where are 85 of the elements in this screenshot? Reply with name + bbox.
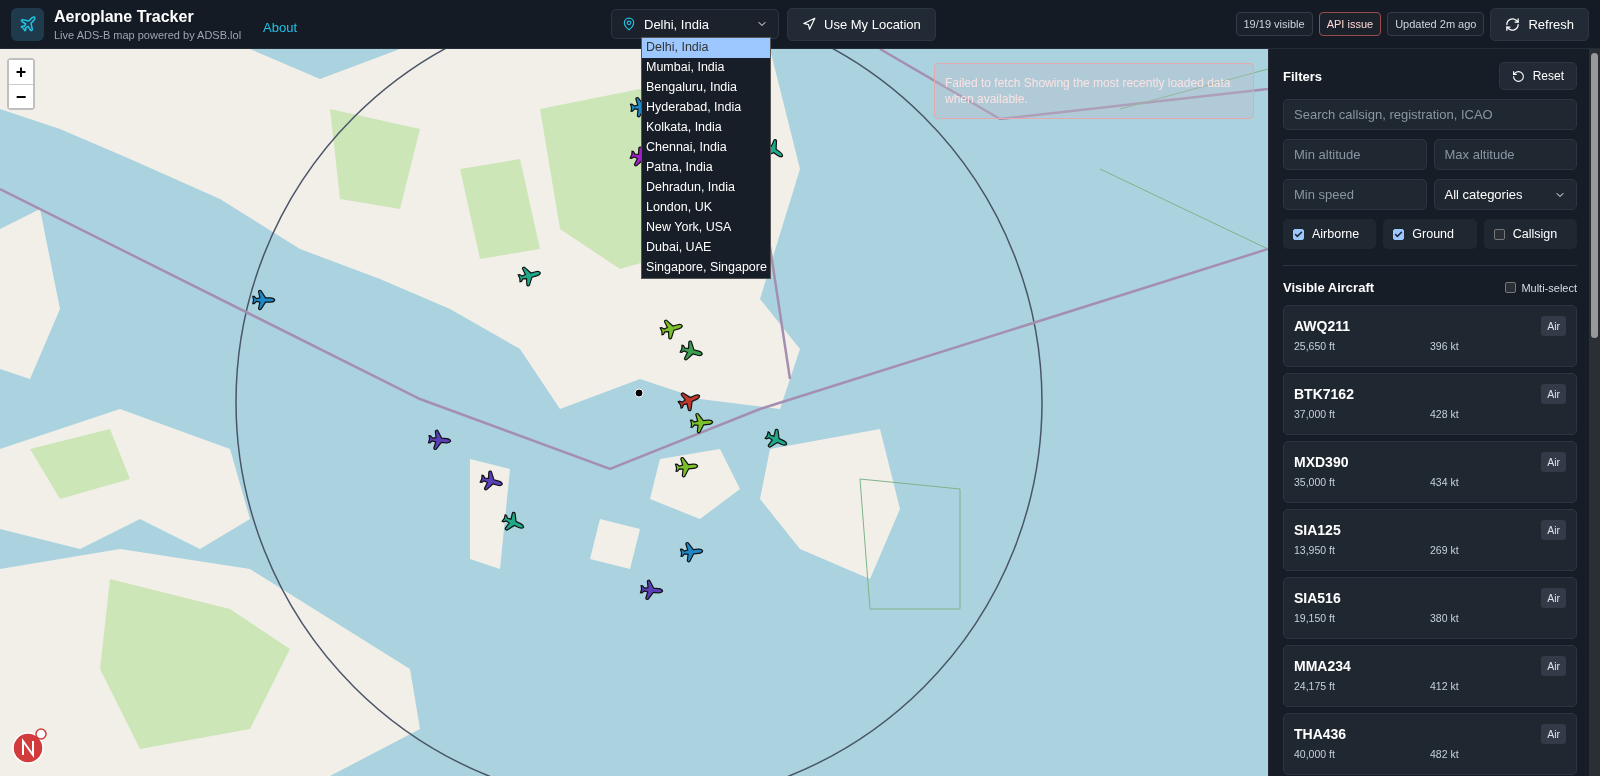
aircraft-card[interactable]: AWQ211 Air 25,650 ft 396 kt [1283, 305, 1577, 367]
status-badge: Air [1541, 452, 1566, 472]
altitude-text: 25,650 ft [1294, 340, 1336, 352]
dropdown-option[interactable]: Dubai, UAE [642, 238, 770, 258]
checkbox[interactable] [1293, 228, 1304, 240]
aircraft-card[interactable]: SIA125 Air 13,950 ft 269 kt [1283, 509, 1577, 571]
checkbox[interactable] [1493, 228, 1505, 240]
refresh-icon [1505, 16, 1521, 32]
aircraft-card[interactable]: MXD390 Air 35,000 ft 434 kt [1283, 441, 1577, 503]
callsign: BTK7162 [1294, 386, 1354, 402]
status-badge: Air [1541, 724, 1566, 744]
plane-icon [18, 15, 37, 33]
dropdown-option[interactable]: Hyderabad, India [642, 98, 770, 118]
reset-button[interactable]: Reset [1498, 62, 1577, 90]
dropdown-option[interactable]: Kolkata, India [642, 118, 770, 138]
dropdown-option[interactable]: Singapore, Singapore [642, 258, 770, 278]
navigation-arrow-icon [802, 17, 816, 31]
speed-text: 412 kt [1430, 680, 1460, 692]
speed-text: 482 kt [1430, 748, 1460, 760]
callsign: MMA234 [1294, 658, 1351, 674]
map-pin-icon [622, 17, 636, 31]
callsign: MXD390 [1294, 454, 1349, 470]
multi-select-label: Multi-select [1521, 281, 1577, 294]
dropdown-option[interactable]: New York, USA [642, 218, 770, 238]
reset-icon [1511, 69, 1525, 83]
status-badge: Air [1541, 588, 1566, 608]
speed-text: 396 kt [1430, 340, 1460, 352]
dropdown-option[interactable]: Delhi, India [642, 38, 770, 58]
dropdown-option[interactable]: Bengaluru, India [642, 78, 770, 98]
dropdown-option[interactable]: Dehradun, India [642, 178, 770, 198]
dropdown-option[interactable]: London, UK [642, 198, 770, 218]
zoom-out-button[interactable]: − [9, 84, 33, 108]
check-icon [1294, 229, 1303, 239]
toggle-label: Callsign [1512, 227, 1558, 241]
min-speed-field[interactable]: Min speed [1283, 179, 1427, 210]
search-field[interactable]: Search callsign, registration, ICAO [1283, 99, 1577, 130]
app-subtitle: Live ADS-B map powered by ADSB.lol [54, 28, 242, 41]
callsign: SIA125 [1294, 522, 1341, 538]
use-location-button[interactable]: Use My Location [787, 7, 936, 41]
aircraft-card[interactable]: BTK7162 Air 37,000 ft 428 kt [1283, 373, 1577, 435]
category-select[interactable]: All categories [1433, 179, 1577, 210]
speed-text: 428 kt [1430, 408, 1460, 420]
error-badge: API issue [1318, 12, 1382, 36]
section-title: Filters [1283, 68, 1322, 84]
status-badge: Updated 2m ago [1387, 12, 1485, 36]
checkbox[interactable] [1393, 228, 1405, 240]
app-title: Aeroplane Tracker [54, 7, 195, 26]
min-altitude-field[interactable]: Min altitude [1283, 139, 1427, 170]
altitude-text: 13,950 ft [1294, 544, 1336, 556]
status-badge: Air [1541, 656, 1566, 676]
aircraft-card[interactable]: SIA516 Air 19,150 ft 380 kt [1283, 577, 1577, 639]
status-badge: Air [1541, 316, 1566, 336]
check-icon [1394, 229, 1404, 239]
speed-text: 434 kt [1430, 476, 1460, 488]
callsign: SIA516 [1294, 590, 1341, 606]
scrollbar-thumb[interactable] [1591, 53, 1598, 338]
checkbox[interactable] [1505, 282, 1517, 293]
altitude-text: 35,000 ft [1294, 476, 1336, 488]
altitude-text: 24,175 ft [1294, 680, 1336, 692]
status-badge: Air [1541, 520, 1566, 540]
aircraft-card[interactable]: THA436 Air 40,000 ft 482 kt [1283, 713, 1577, 775]
speed-text: 269 kt [1430, 544, 1460, 556]
max-altitude-field[interactable]: Max altitude [1433, 139, 1577, 170]
status-badge: 19/19 visible [1235, 12, 1313, 36]
n-logo-icon[interactable] [12, 728, 48, 764]
callsign: THA436 [1294, 726, 1347, 742]
dropdown-option[interactable]: Patna, India [642, 158, 770, 178]
aircraft-card[interactable]: MMA234 Air 24,175 ft 412 kt [1283, 645, 1577, 707]
about-link[interactable]: About [263, 19, 298, 35]
dropdown-option[interactable]: Mumbai, India [642, 58, 770, 78]
callsign: AWQ211 [1294, 318, 1351, 334]
altitude-text: 40,000 ft [1294, 748, 1336, 760]
location-select[interactable]: Delhi, India [611, 9, 779, 39]
error-alert: Failed to fetch Showing the most recently loaded data when available. [934, 63, 1254, 119]
scrollbar[interactable] [1589, 49, 1600, 776]
status-badge: Air [1541, 384, 1566, 404]
section-title: Visible Aircraft [1283, 280, 1375, 295]
dropdown-option[interactable]: Chennai, India [642, 138, 770, 158]
altitude-text: 37,000 ft [1294, 408, 1336, 420]
speed-text: 380 kt [1430, 612, 1460, 624]
refresh-button[interactable]: Refresh [1490, 7, 1589, 41]
select-value: Delhi, India [644, 16, 711, 32]
toggle-label: Ground [1412, 227, 1455, 241]
toggle-label: Airborne [1312, 227, 1360, 241]
altitude-text: 19,150 ft [1294, 612, 1336, 624]
